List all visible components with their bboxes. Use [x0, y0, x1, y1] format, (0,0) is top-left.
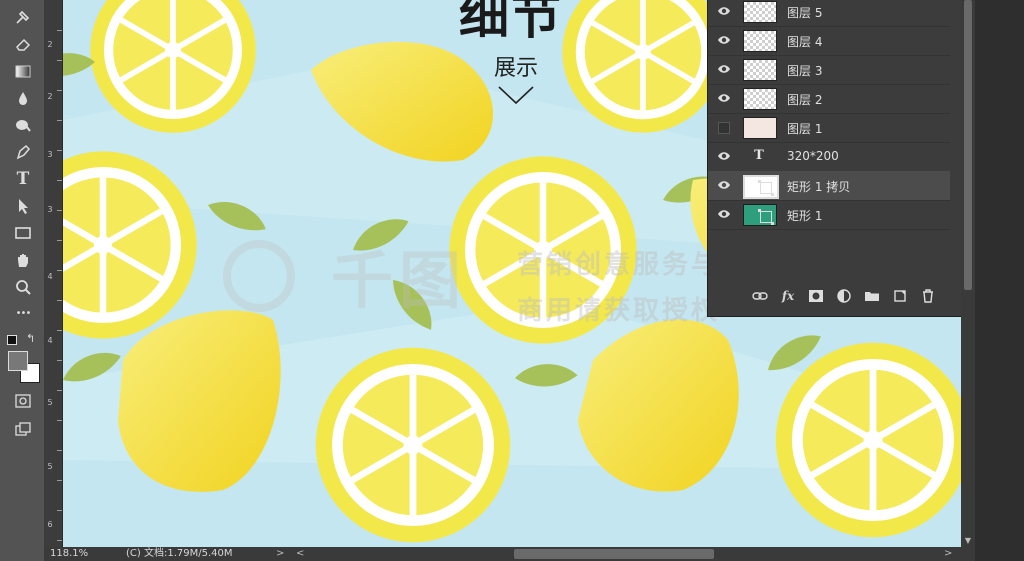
layer-name: 图层 5 — [787, 6, 823, 20]
brush-icon[interactable] — [10, 6, 36, 28]
ruler-label: 5 — [47, 462, 53, 471]
scrollbar-thumb[interactable] — [964, 0, 972, 290]
chevron-down-icon — [498, 86, 534, 105]
gradient-icon[interactable] — [10, 60, 36, 82]
layer-thumbnail — [743, 88, 777, 110]
fx-icon[interactable]: fx — [780, 288, 796, 304]
layer-thumbnail — [743, 59, 777, 81]
layer-thumbnail — [743, 30, 777, 52]
quick-mask-icon[interactable] — [10, 390, 36, 412]
watermark-logo — [223, 240, 295, 312]
panel-dock-edge — [975, 0, 1024, 561]
layers-footer: fx — [708, 282, 964, 310]
layer-name: 图层 3 — [787, 64, 823, 78]
visibility-eye-icon[interactable] — [717, 5, 731, 17]
ruler-label: 4 — [47, 336, 53, 345]
layer-row-selected[interactable]: 矩形 1 拷贝 — [708, 171, 950, 201]
ruler-label: 4 — [47, 272, 53, 281]
visibility-eye-icon[interactable] — [717, 179, 731, 191]
layer-name: 图层 2 — [787, 93, 823, 107]
ruler-label: 2 — [47, 40, 53, 49]
status-bar: 118.1% (C) 文档:1.79M/5.40M > < > — [44, 547, 975, 561]
horizontal-scrollbar-thumb[interactable] — [514, 549, 714, 559]
more-icon[interactable]: ••• — [10, 303, 36, 325]
layer-thumbnail — [743, 117, 777, 139]
scroll-right-arrow[interactable]: > — [944, 547, 952, 561]
layer-name: 矩形 1 — [787, 209, 823, 223]
scroll-down-arrow[interactable]: ▼ — [961, 536, 975, 545]
visibility-eye-icon[interactable] — [717, 34, 731, 46]
watermark-text: 千图 — [331, 244, 468, 317]
scroll-left-arrow[interactable]: < — [296, 547, 304, 561]
layer-name: 矩形 1 拷贝 — [787, 180, 851, 194]
dodge-icon[interactable] — [10, 114, 36, 136]
zoom-icon[interactable] — [10, 276, 36, 298]
ruler-label: 3 — [47, 150, 53, 159]
canvas-headline: 细节 — [459, 0, 563, 45]
layer-row[interactable]: 图层 1 — [708, 113, 950, 143]
canvas-subtitle: 展示 — [493, 56, 538, 81]
document-size-info: (C) 文档:1.79M/5.40M — [126, 548, 233, 559]
layer-row[interactable]: 矩形 1 — [708, 200, 950, 230]
ruler-label: 5 — [47, 398, 53, 407]
link-icon[interactable] — [752, 288, 768, 304]
visibility-eye-icon[interactable] — [717, 92, 731, 104]
tools-panel: T ••• ↰ — [0, 0, 44, 561]
folder-icon[interactable] — [864, 288, 880, 304]
screen-mode-icon[interactable] — [10, 418, 36, 440]
path-select-icon[interactable] — [10, 195, 36, 217]
visibility-eye-icon[interactable] — [717, 150, 731, 162]
layer-row[interactable]: 图层 5 — [708, 0, 950, 27]
blur-icon[interactable] — [10, 87, 36, 109]
visibility-eye-icon[interactable] — [717, 63, 731, 75]
layer-name: 320*200 — [787, 149, 839, 163]
status-menu-arrow[interactable]: > — [276, 547, 284, 561]
layer-row[interactable]: T 320*200 — [708, 142, 950, 172]
trash-icon[interactable] — [920, 288, 936, 304]
layer-row[interactable]: 图层 4 — [708, 26, 950, 56]
text-layer-icon: T — [754, 148, 764, 163]
layer-thumbnail — [743, 1, 777, 23]
visibility-eye-icon[interactable] — [717, 208, 731, 220]
vector-mask-icon — [758, 180, 774, 196]
vector-mask-icon — [758, 209, 774, 225]
new-layer-icon[interactable] — [892, 288, 908, 304]
swap-colors-icon[interactable]: ↰ — [26, 332, 35, 345]
vertical-scrollbar[interactable]: ▼ — [961, 0, 975, 547]
layer-row[interactable]: 图层 3 — [708, 55, 950, 85]
eraser-icon[interactable] — [10, 33, 36, 55]
ruler-label: 2 — [47, 92, 53, 101]
watermark-license-text: 商用请获取授权 — [517, 296, 721, 326]
mask-icon[interactable] — [808, 288, 824, 304]
default-colors-icon[interactable] — [7, 335, 17, 345]
foreground-color-swatch[interactable] — [8, 351, 28, 371]
type-icon[interactable]: T — [10, 168, 36, 190]
adjustment-icon[interactable] — [836, 288, 852, 304]
visibility-toggle-hidden[interactable] — [718, 122, 730, 134]
pen-icon[interactable] — [10, 141, 36, 163]
layer-name: 图层 4 — [787, 35, 823, 49]
zoom-level[interactable]: 118.1% — [50, 547, 88, 561]
layer-row[interactable]: 图层 2 — [708, 84, 950, 114]
vertical-ruler: 2 2 3 3 4 4 5 5 6 — [44, 0, 63, 547]
layers-panel: 图层 5 图层 4 图层 3 图层 2 图层 1 T 320*200 矩形 1 … — [707, 0, 964, 317]
rectangle-icon[interactable] — [10, 222, 36, 244]
color-swatches[interactable]: ↰ — [6, 332, 40, 383]
hand-icon[interactable] — [10, 249, 36, 271]
layer-name: 图层 1 — [787, 122, 823, 136]
ruler-label: 6 — [47, 520, 53, 529]
